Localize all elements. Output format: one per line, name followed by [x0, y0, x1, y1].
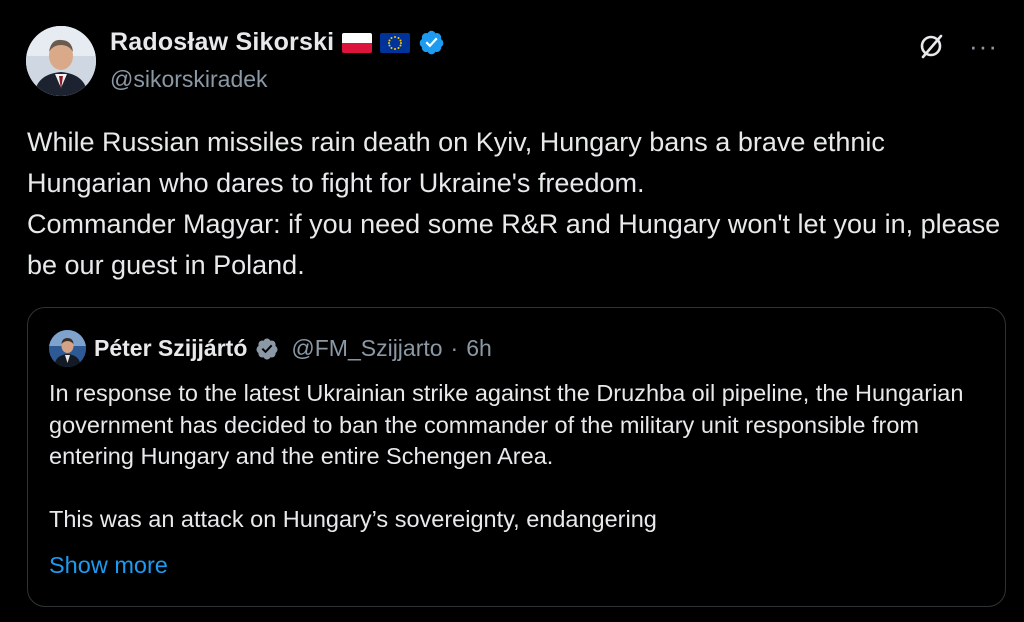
- quoted-tweet[interactable]: Péter Szijjártó @FM_Szijjarto · 6h In re…: [27, 307, 1006, 607]
- more-options-icon[interactable]: ···: [969, 33, 998, 59]
- author-name[interactable]: Radosław Sikorski: [110, 28, 334, 57]
- quoted-author-avatar[interactable]: [49, 330, 86, 367]
- author-avatar[interactable]: [26, 26, 96, 96]
- eu-flag-icon: [380, 32, 411, 53]
- tweet: Radosław Sikorski @sikorskiradek ··· Whi…: [0, 0, 1024, 622]
- quoted-paragraph-2: This was an attack on Hungary’s sovereig…: [49, 506, 657, 532]
- grok-icon[interactable]: [915, 30, 947, 62]
- quoted-separator: ·: [450, 335, 459, 361]
- quoted-tweet-header: Péter Szijjártó @FM_Szijjarto · 6h: [49, 330, 492, 367]
- quoted-verified-badge-icon[interactable]: [255, 337, 279, 361]
- quoted-author-name[interactable]: Péter Szijjártó: [94, 335, 247, 362]
- quoted-tweet-text: In response to the latest Ukrainian stri…: [49, 378, 989, 536]
- show-more-link[interactable]: Show more: [49, 552, 168, 579]
- tweet-text-line-2: Commander Magyar: if you need some R&R a…: [27, 209, 1001, 280]
- verified-badge-icon[interactable]: [418, 29, 445, 56]
- top-actions: ···: [915, 30, 998, 62]
- author-handle[interactable]: @sikorskiradek: [110, 66, 268, 93]
- tweet-text-line-1: While Russian missiles rain death on Kyi…: [27, 127, 885, 198]
- author-name-row: Radosław Sikorski: [110, 28, 445, 57]
- quoted-timestamp[interactable]: 6h: [466, 335, 492, 362]
- poland-flag-icon: [342, 32, 373, 53]
- quoted-author-handle[interactable]: @FM_Szijjarto: [291, 335, 442, 362]
- quoted-paragraph-1: In response to the latest Ukrainian stri…: [49, 380, 964, 469]
- tweet-text: While Russian missiles rain death on Kyi…: [27, 122, 1007, 286]
